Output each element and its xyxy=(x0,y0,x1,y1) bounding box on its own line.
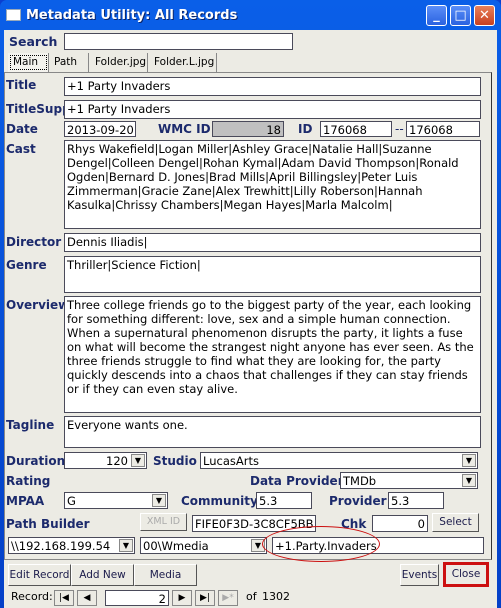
events-button[interactable]: Events xyxy=(400,564,439,586)
share-dropdown[interactable]: 00\Wmedia ▼ xyxy=(140,537,267,554)
tab-folder-jpg[interactable]: Folder.jpg xyxy=(90,53,148,72)
date-input[interactable]: 2013-09-20 xyxy=(64,121,136,137)
app-icon xyxy=(6,9,21,21)
cast-input[interactable]: Rhys Wakefield|Logan Miller|Ashley Grace… xyxy=(64,140,481,229)
tab-folder-l-jpg[interactable]: Folder.L.jpg xyxy=(149,53,217,72)
rating-label: Rating xyxy=(6,474,51,488)
tagline-input[interactable]: Everyone wants one. xyxy=(64,416,481,448)
last-record-icon[interactable]: ▶| xyxy=(195,590,215,606)
record-total: 1302 xyxy=(262,590,290,603)
id-separator: -- xyxy=(395,122,404,136)
xml-id-button[interactable]: XML ID xyxy=(140,513,187,531)
duration-value: 120 xyxy=(106,454,128,468)
close-button[interactable]: Close xyxy=(443,562,489,587)
minimize-button[interactable]: _ xyxy=(426,5,447,26)
studio-value: LucasArts xyxy=(203,454,259,468)
chevron-down-icon[interactable]: ▼ xyxy=(152,494,166,507)
data-provider-label: Data Provider xyxy=(250,474,344,488)
search-input[interactable] xyxy=(64,33,293,50)
data-provider-dropdown[interactable]: TMDb ▼ xyxy=(340,472,478,489)
maximize-button[interactable]: □ xyxy=(450,5,471,26)
previous-record-icon[interactable]: ◀ xyxy=(77,590,97,606)
duration-dropdown[interactable]: 120 ▼ xyxy=(64,452,147,469)
record-of-label: of xyxy=(246,590,257,603)
record-label: Record: xyxy=(11,590,53,603)
first-record-icon[interactable]: |◀ xyxy=(54,590,74,606)
wmcid-input: 18 xyxy=(212,121,284,137)
server-value: \\192.168.199.54 xyxy=(11,539,111,553)
studio-dropdown[interactable]: LucasArts ▼ xyxy=(200,452,478,469)
tab-main[interactable]: Main xyxy=(8,53,49,72)
titlesupp-input[interactable]: +1 Party Invaders xyxy=(64,100,481,119)
data-provider-value: TMDb xyxy=(343,474,377,488)
chevron-down-icon[interactable]: ▼ xyxy=(462,474,476,487)
id-to-input[interactable]: 176068 xyxy=(406,121,480,137)
add-new-button[interactable]: Add New xyxy=(71,564,134,586)
mpaa-value: G xyxy=(67,494,76,508)
title-bar[interactable]: Metadata Utility: All Records _ □ ✕ xyxy=(0,0,501,30)
overview-label: Overview xyxy=(6,298,70,312)
id-from-input[interactable]: 176068 xyxy=(320,121,392,137)
wmcid-label: WMC ID xyxy=(158,122,211,136)
mpaa-label: MPAA xyxy=(6,494,45,508)
tagline-label: Tagline xyxy=(6,418,55,432)
studio-label: Studio xyxy=(153,454,197,468)
new-record-icon[interactable]: ▶* xyxy=(218,590,238,606)
media-button[interactable]: Media xyxy=(134,564,197,586)
titlesupp-label: TitleSupp xyxy=(6,102,71,116)
id-label: ID xyxy=(298,122,313,136)
title-label: Title xyxy=(6,78,37,92)
director-input[interactable]: Dennis Iliadis| xyxy=(64,233,481,252)
duration-label: Duration xyxy=(6,454,66,468)
highlight-ellipse xyxy=(262,526,380,562)
mpaa-dropdown[interactable]: G ▼ xyxy=(64,492,168,509)
share-value: 00\Wmedia xyxy=(143,539,209,553)
select-button[interactable]: Select xyxy=(432,513,479,532)
provider-rating-label: Provider xyxy=(329,494,387,508)
community-input[interactable]: 5.3 xyxy=(256,492,312,509)
genre-input[interactable]: Thriller|Science Fiction| xyxy=(64,256,481,293)
next-record-icon[interactable]: ▶ xyxy=(172,590,192,606)
chk-input[interactable]: 0 xyxy=(372,515,428,532)
cast-label: Cast xyxy=(6,142,36,156)
overview-input[interactable]: Three college friends go to the biggest … xyxy=(64,296,481,413)
chevron-down-icon[interactable]: ▼ xyxy=(131,454,145,467)
title-input[interactable]: +1 Party Invaders xyxy=(64,77,481,96)
close-window-button[interactable]: ✕ xyxy=(474,5,495,26)
record-number-input[interactable]: 2 xyxy=(105,590,169,606)
tab-path[interactable]: Path xyxy=(49,53,89,72)
genre-label: Genre xyxy=(6,258,47,272)
path-builder-label: Path Builder xyxy=(6,517,90,531)
chevron-down-icon[interactable]: ▼ xyxy=(462,454,476,467)
date-label: Date xyxy=(6,122,38,136)
window-title: Metadata Utility: All Records xyxy=(26,8,238,23)
provider-rating-input[interactable]: 5.3 xyxy=(388,492,444,509)
chevron-down-icon[interactable]: ▼ xyxy=(119,539,133,552)
director-label: Director xyxy=(6,235,62,249)
community-label: Community xyxy=(181,494,258,508)
server-dropdown[interactable]: \\192.168.199.54 ▼ xyxy=(8,537,135,554)
edit-record-button[interactable]: Edit Record xyxy=(8,564,71,586)
search-label: Search xyxy=(9,34,58,49)
